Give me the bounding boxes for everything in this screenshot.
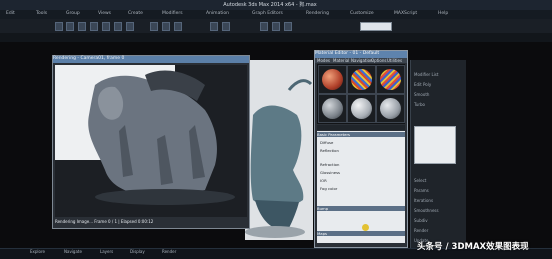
menu-customize[interactable]: Customize	[350, 11, 374, 17]
modifier-turbo[interactable]: Turbo	[414, 102, 425, 107]
param-smoothness[interactable]: Smoothness	[414, 208, 439, 213]
menu-views[interactable]: Views	[98, 11, 111, 17]
scale-icon[interactable]	[126, 22, 134, 31]
menu-modifiers[interactable]: Modifiers	[162, 11, 183, 17]
param-diffuse[interactable]: Diffuse	[320, 140, 333, 145]
move-icon[interactable]	[102, 22, 110, 31]
menu-group[interactable]: Group	[66, 11, 80, 17]
task-explore[interactable]: Explore	[30, 249, 45, 257]
angle-snap-icon[interactable]	[162, 22, 170, 31]
align-icon[interactable]	[222, 22, 230, 31]
perspective-viewport[interactable]	[245, 60, 313, 240]
select-icon[interactable]	[78, 22, 86, 31]
me-menu-material[interactable]: Material	[333, 58, 349, 63]
me-menu-utilities[interactable]: Utilities	[387, 58, 402, 63]
cursor-highlight	[362, 224, 369, 231]
menu-maxscript[interactable]: MAXScript	[394, 11, 417, 17]
modifier-smooth[interactable]: Smooth	[414, 92, 429, 97]
material-slot[interactable]	[318, 94, 347, 123]
rotate-icon[interactable]	[114, 22, 122, 31]
undo-icon[interactable]	[55, 22, 63, 31]
menu-animation[interactable]: Animation	[206, 11, 229, 17]
material-editor-title: Material Editor - 01 - Default	[315, 51, 407, 58]
material-editor-icon[interactable]	[260, 22, 268, 31]
menu-rendering[interactable]: Rendering	[306, 11, 329, 17]
modifier-edit-poly[interactable]: Edit Poly	[414, 82, 431, 87]
param-params[interactable]: Params	[414, 188, 429, 193]
render-canvas	[55, 65, 247, 217]
me-menu-navigation[interactable]: Navigation	[351, 58, 373, 63]
material-slot[interactable]	[347, 94, 376, 123]
percent-snap-icon[interactable]	[174, 22, 182, 31]
app-title: Autodesk 3ds Max 2014 x64 - 狗.max	[223, 2, 317, 8]
menu-help[interactable]: Help	[438, 11, 448, 17]
param-rollout-maps[interactable]: Maps	[317, 231, 405, 236]
param-reflection[interactable]: Reflection	[320, 148, 339, 153]
redo-icon[interactable]	[66, 22, 74, 31]
selection-set-field[interactable]	[360, 22, 392, 31]
menu-tools[interactable]: Tools	[36, 11, 47, 17]
ribbon-bar	[0, 33, 552, 42]
watermark: 头条号 / 3DMAX效果图表现	[417, 242, 529, 252]
param-glossiness[interactable]: Glossiness	[320, 170, 340, 175]
menu-bar: Edit Tools Group Views Create Modifiers …	[0, 10, 552, 19]
modifier-stack-list[interactable]	[414, 126, 456, 164]
render-frame-window[interactable]: Rendering - Camera01, frame 0 Rendering …	[52, 55, 250, 229]
param-refraction[interactable]: Refraction	[320, 162, 339, 167]
task-render[interactable]: Render	[162, 249, 176, 257]
param-render[interactable]: Render	[414, 228, 428, 233]
snap-icon[interactable]	[150, 22, 158, 31]
dog-sculpture-render	[55, 65, 247, 217]
render-setup-icon[interactable]	[272, 22, 280, 31]
menu-edit[interactable]: Edit	[6, 11, 15, 17]
task-display[interactable]: Display	[130, 249, 145, 257]
material-parameters: Basic Parameters Diffuse Reflection Refr…	[317, 131, 405, 243]
render-status: Rendering Image... Frame 0 / 1 | Elapsed…	[55, 219, 154, 224]
param-rollout-basic[interactable]: Basic Parameters	[317, 132, 405, 137]
param-rollout-bump[interactable]: Bump	[317, 206, 405, 211]
material-slot[interactable]	[376, 65, 405, 94]
param-ior[interactable]: IOR	[320, 178, 327, 183]
me-menu-modes[interactable]: Modes	[317, 58, 330, 63]
material-slot[interactable]	[376, 94, 405, 123]
material-toolbar	[317, 125, 405, 130]
material-editor-menu: Modes Material Navigation Options Utilit…	[315, 58, 407, 63]
param-subdiv[interactable]: Subdiv	[414, 218, 428, 223]
modifier-list[interactable]: Modifier List	[414, 72, 438, 77]
param-fog-color[interactable]: Fog color	[320, 186, 337, 191]
task-navigate[interactable]: Navigate	[64, 249, 82, 257]
param-iterations[interactable]: Iterations	[414, 198, 433, 203]
me-menu-options[interactable]: Options	[371, 58, 386, 63]
render-window-title: Rendering - Camera01, frame 0	[53, 56, 249, 63]
task-layers[interactable]: Layers	[100, 249, 113, 257]
mirror-icon[interactable]	[210, 22, 218, 31]
menu-create[interactable]: Create	[128, 11, 143, 17]
param-select[interactable]: Select	[414, 178, 426, 183]
material-slots	[317, 64, 405, 124]
material-slot[interactable]	[347, 65, 376, 94]
render-icon[interactable]	[284, 22, 292, 31]
select-region-icon[interactable]	[90, 22, 98, 31]
menu-graph-editors[interactable]: Graph Editors	[252, 11, 283, 17]
viewport-scene	[245, 60, 313, 240]
material-slot[interactable]	[318, 65, 347, 94]
material-editor-window[interactable]: Material Editor - 01 - Default Modes Mat…	[314, 50, 408, 248]
